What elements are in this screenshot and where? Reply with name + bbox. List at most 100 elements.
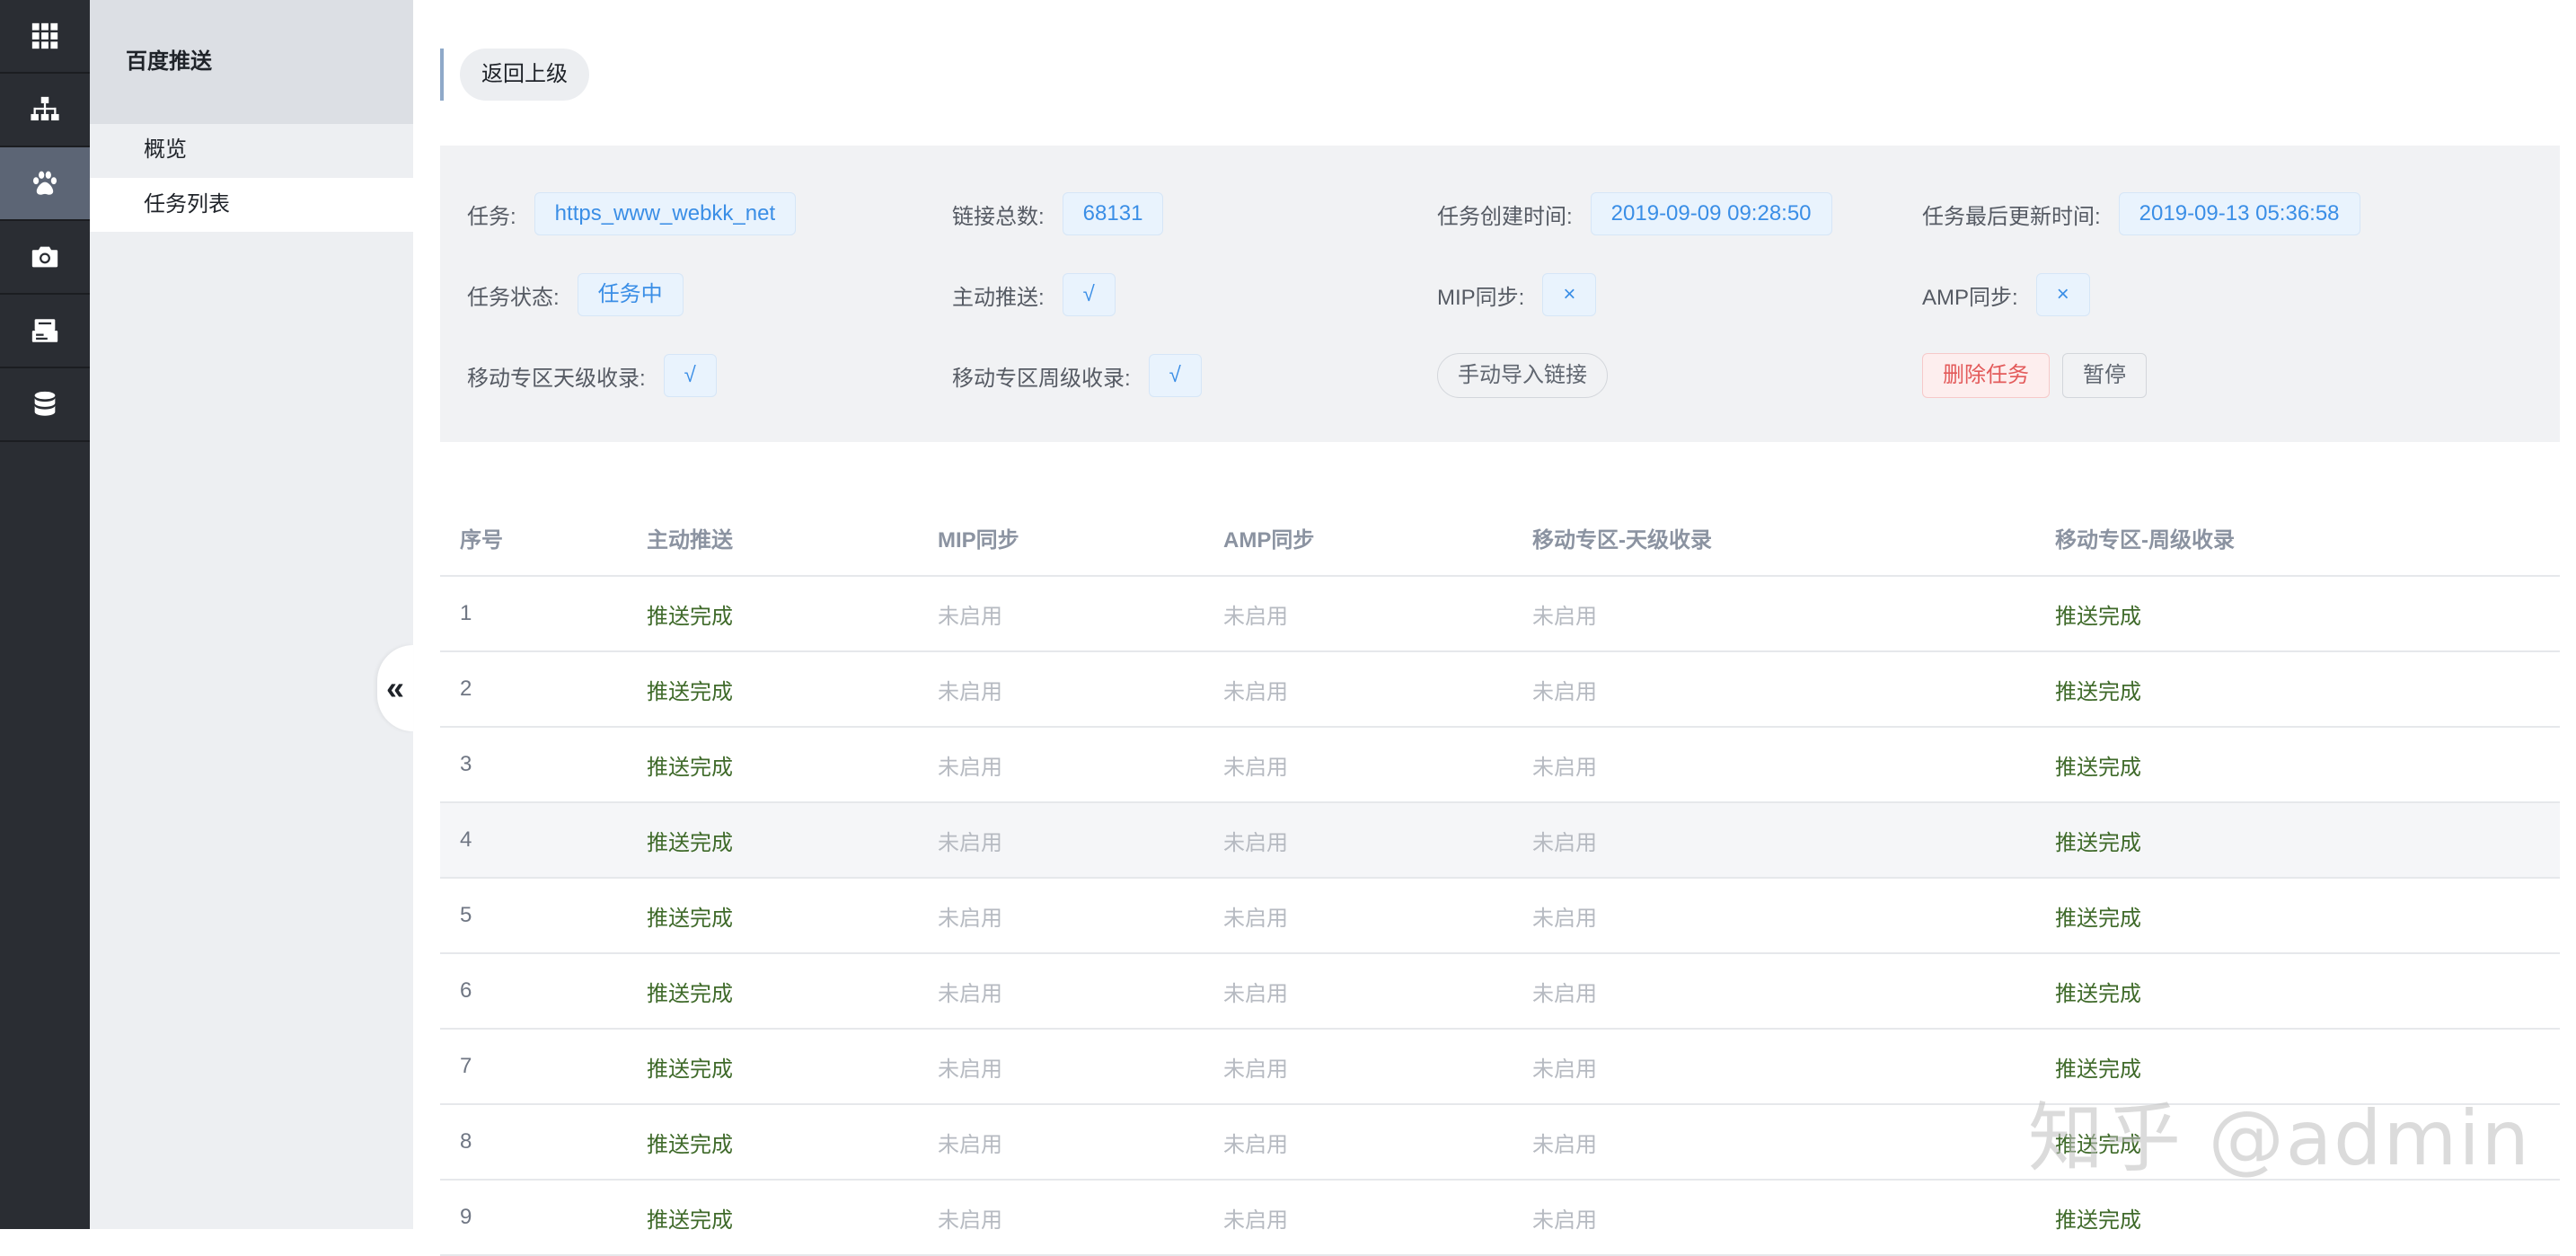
table-cell: 5 [460, 903, 472, 927]
column-header-mobile-week[interactable]: 移动专区-周级收录 [2055, 500, 2235, 575]
icon-rail [0, 0, 90, 1229]
field-mobile-week: 移动专区周级收录: √ [952, 352, 1202, 399]
mobile-day-label: 移动专区天级收录: [467, 366, 646, 391]
table-cell: 未启用 [1223, 1207, 1288, 1233]
table-cell: 4 [460, 827, 472, 852]
rail-item-database[interactable] [0, 368, 90, 442]
table-row[interactable]: 5 推送完成 未启用 未启用 未启用 推送完成 [440, 879, 2560, 954]
table-cell: 未启用 [1532, 1132, 1597, 1157]
menu-item-task-list[interactable]: 任务列表 [90, 178, 413, 232]
column-header-mobile-day[interactable]: 移动专区-天级收录 [1532, 500, 1712, 575]
table-cell: 未启用 [1223, 679, 1288, 704]
table-cell: 未启用 [1532, 830, 1597, 855]
table-cell: 推送完成 [2055, 1207, 2141, 1233]
table-cell: 未启用 [938, 830, 1002, 855]
paw-icon [32, 171, 57, 195]
field-active-push: 主动推送: √ [952, 271, 1116, 318]
sitemap-icon [31, 96, 59, 121]
double-chevron-left-icon: « [385, 669, 405, 706]
task-value-tag: https_www_webkk_net [534, 192, 797, 235]
table-cell: 9 [460, 1205, 472, 1229]
table-cell: 推送完成 [647, 1057, 733, 1082]
table-cell: 未启用 [1532, 755, 1597, 780]
table-row[interactable]: 9 推送完成 未启用 未启用 未启用 推送完成 [440, 1181, 2560, 1256]
column-header-index[interactable]: 序号 [460, 500, 503, 575]
mip-sync-label: MIP同步: [1437, 285, 1525, 310]
table-cell: 未启用 [1532, 604, 1597, 629]
table-cell: 1 [460, 601, 472, 625]
table-cell: 未启用 [938, 1057, 1002, 1082]
manual-import-button[interactable]: 手动导入链接 [1437, 353, 1608, 398]
table-cell: 推送完成 [2055, 830, 2141, 855]
field-updated-time: 任务最后更新时间: 2019-09-13 05:36:58 [1922, 190, 2360, 237]
amp-sync-tag: × [2035, 273, 2090, 316]
table-cell: 未启用 [1532, 679, 1597, 704]
table-cell: 推送完成 [2055, 755, 2141, 780]
table-cell: 未启用 [1223, 830, 1288, 855]
field-links-total: 链接总数: 68131 [952, 190, 1164, 237]
database-icon [34, 391, 56, 416]
task-label: 任务: [467, 204, 516, 229]
table-cell: 未启用 [1223, 604, 1288, 629]
field-task: 任务: https_www_webkk_net [467, 190, 797, 237]
back-button[interactable]: 返回上级 [460, 49, 589, 101]
rail-item-users[interactable] [0, 295, 90, 368]
table-row[interactable]: 3 推送完成 未启用 未启用 未启用 推送完成 [440, 728, 2560, 803]
table-row[interactable]: 6 推送完成 未启用 未启用 未启用 推送完成 [440, 954, 2560, 1030]
apps-grid-icon [31, 22, 58, 49]
rail-item-apps[interactable] [0, 0, 90, 74]
menu-item-overview[interactable]: 概览 [90, 123, 413, 177]
field-mip-sync: MIP同步: × [1437, 271, 1597, 318]
watermark: 知乎 @admin [2028, 1094, 2531, 1182]
table-cell: 未启用 [1223, 981, 1288, 1006]
table-cell: 推送完成 [647, 981, 733, 1006]
back-accent-bar [440, 49, 444, 101]
field-amp-sync: AMP同步: × [1922, 271, 2090, 318]
column-header-active-push[interactable]: 主动推送 [647, 500, 733, 575]
table-row[interactable]: 2 推送完成 未启用 未启用 未启用 推送完成 [440, 652, 2560, 728]
table-cell: 推送完成 [2055, 679, 2141, 704]
table-cell: 未启用 [938, 604, 1002, 629]
updated-time-label: 任务最后更新时间: [1922, 204, 2101, 229]
mip-sync-tag: × [1542, 273, 1597, 316]
table-cell: 推送完成 [647, 604, 733, 629]
rail-item-camera[interactable] [0, 221, 90, 295]
links-total-label: 链接总数: [952, 204, 1045, 229]
table-cell: 推送完成 [2055, 906, 2141, 931]
table-cell: 未启用 [1223, 1057, 1288, 1082]
table-cell: 6 [460, 978, 472, 1003]
field-task-status: 任务状态: 任务中 [467, 271, 684, 318]
links-total-tag: 68131 [1062, 192, 1164, 235]
rail-item-sitemap[interactable] [0, 74, 90, 147]
column-header-amp[interactable]: AMP同步 [1223, 500, 1314, 575]
column-header-mip[interactable]: MIP同步 [938, 500, 1019, 575]
table-cell: 7 [460, 1054, 472, 1078]
users-card-icon [31, 319, 58, 342]
table-cell: 未启用 [1532, 1207, 1597, 1233]
field-mobile-day: 移动专区天级收录: √ [467, 352, 717, 399]
table-cell: 未启用 [1532, 1057, 1597, 1082]
table-cell: 推送完成 [647, 906, 733, 931]
rail-item-baidu-push[interactable] [0, 147, 90, 221]
table-cell: 推送完成 [647, 1132, 733, 1157]
table-cell: 未启用 [938, 981, 1002, 1006]
task-status-tag: 任务中 [577, 273, 684, 316]
delete-task-button[interactable]: 删除任务 [1922, 353, 2050, 398]
table-cell: 未启用 [938, 755, 1002, 780]
pause-button[interactable]: 暂停 [2062, 353, 2147, 398]
table-row[interactable]: 4 推送完成 未启用 未启用 未启用 推送完成 [440, 803, 2560, 879]
table-cell: 推送完成 [647, 679, 733, 704]
table-cell: 推送完成 [647, 830, 733, 855]
table-cell: 2 [460, 677, 472, 701]
table-header: 序号 主动推送 MIP同步 AMP同步 移动专区-天级收录 移动专区-周级收录 [440, 500, 2560, 577]
task-info-panel: 任务: https_www_webkk_net 链接总数: 68131 任务创建… [440, 146, 2560, 442]
mobile-week-label: 移动专区周级收录: [952, 366, 1131, 391]
table-cell: 未启用 [938, 679, 1002, 704]
table-cell: 未启用 [1223, 906, 1288, 931]
table-row[interactable]: 1 推送完成 未启用 未启用 未启用 推送完成 [440, 577, 2560, 652]
table-cell: 推送完成 [2055, 981, 2141, 1006]
created-time-label: 任务创建时间: [1437, 204, 1573, 229]
table-cell: 未启用 [1532, 981, 1597, 1006]
menu-title: 百度推送 [126, 49, 212, 74]
amp-sync-label: AMP同步: [1922, 285, 2018, 310]
